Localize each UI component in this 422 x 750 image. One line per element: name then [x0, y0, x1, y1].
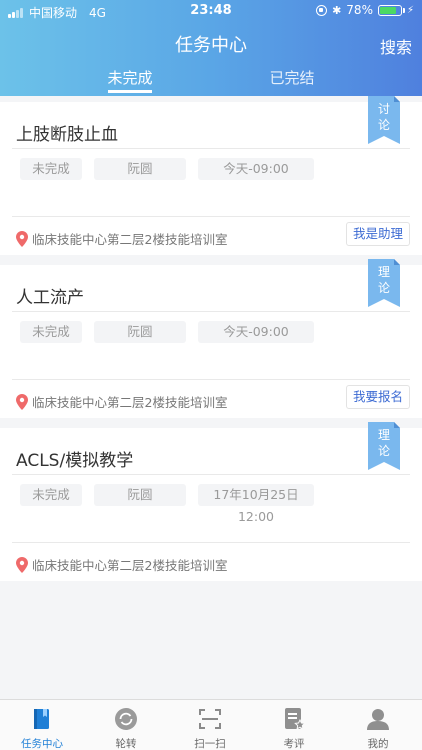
charging-icon: ⚡	[406, 4, 414, 16]
task-title: ACLS/模拟教学	[16, 451, 134, 471]
battery-icon	[377, 4, 405, 16]
tabbar-label: 我的	[367, 738, 389, 750]
tab-unfinished[interactable]: 未完成	[70, 67, 190, 88]
task-type-badge: 讨论	[368, 96, 400, 144]
task-title: 人工流产	[16, 288, 84, 308]
location-pin-icon	[16, 556, 28, 573]
task-time-tag: 今天-09:00	[198, 158, 314, 180]
tabbar-label: 任务中心	[21, 738, 63, 750]
divider	[12, 148, 410, 149]
task-status-tag: 未完成	[20, 484, 82, 506]
tabbar-label: 扫一扫	[194, 738, 226, 750]
task-person-tag: 阮圆	[94, 321, 186, 343]
task-action-button[interactable]: 我是助理	[346, 222, 410, 246]
task-type-badge: 理论	[368, 259, 400, 307]
divider	[12, 216, 410, 217]
task-person-tag: 阮圆	[94, 158, 186, 180]
orientation-lock-icon	[316, 4, 328, 16]
task-type-label: 讨论	[378, 102, 391, 132]
tabbar-item-rotation[interactable]: 轮转	[84, 700, 168, 750]
task-person-tag: 阮圆	[94, 484, 186, 506]
task-location: 临床技能中心第二层2楼技能培训室	[16, 392, 227, 411]
page-title: 任务中心	[175, 35, 247, 56]
task-status-tag: 未完成	[20, 321, 82, 343]
task-location-text: 临床技能中心第二层2楼技能培训室	[32, 558, 228, 573]
task-card[interactable]: 上肢断肢止血 讨论 未完成 阮圆 今天-09:00 临床技能中心第二层2楼技能培…	[0, 96, 422, 255]
active-tab-indicator	[108, 90, 152, 93]
task-type-label: 理论	[378, 265, 391, 295]
battery-percent: 78%	[346, 3, 373, 17]
evaluation-icon	[285, 708, 306, 730]
divider	[12, 311, 410, 312]
task-card[interactable]: 人工流产 理论 未完成 阮圆 今天-09:00 临床技能中心第二层2楼技能培训室	[0, 259, 422, 418]
divider	[12, 474, 410, 475]
search-button[interactable]: 搜索	[380, 34, 412, 58]
status-bar: 中国移动 4G 23:48 ✱ 78% ⚡	[0, 0, 422, 22]
task-status-tag: 未完成	[20, 158, 82, 180]
task-time-tag: 17年10月25日 12:00	[198, 484, 314, 524]
divider	[12, 379, 410, 380]
rotate-icon	[115, 708, 137, 730]
divider	[12, 542, 410, 543]
task-time-tag: 今天-09:00	[198, 321, 314, 343]
tab-finished[interactable]: 已完结	[232, 67, 352, 88]
task-location-text: 临床技能中心第二层2楼技能培训室	[32, 232, 228, 247]
header: 中国移动 4G 23:48 ✱ 78% ⚡ 任务中心 搜索 未完成 已完结	[0, 0, 422, 96]
location-pin-icon	[16, 393, 28, 410]
tabbar-item-profile[interactable]: 我的	[336, 700, 420, 750]
bluetooth-icon: ✱	[332, 3, 342, 17]
task-type-badge: 理论	[368, 422, 400, 470]
task-location: 临床技能中心第二层2楼技能培训室	[16, 555, 227, 574]
profile-icon	[367, 709, 389, 730]
tabbar-label: 轮转	[115, 738, 137, 750]
tabbar-item-scan[interactable]: 扫一扫	[168, 700, 252, 750]
tabbar-label: 考评	[283, 738, 305, 750]
bottom-tab-bar: 任务中心 轮转 扫一扫 考评 我的	[0, 699, 422, 750]
scan-icon	[199, 709, 221, 729]
tabbar-item-task-center[interactable]: 任务中心	[0, 700, 84, 750]
task-title: 上肢断肢止血	[16, 125, 118, 145]
task-card[interactable]: ACLS/模拟教学 理论 未完成 阮圆 17年10月25日 12:00 临床技能…	[0, 422, 422, 581]
book-icon	[34, 709, 49, 729]
task-location-text: 临床技能中心第二层2楼技能培训室	[32, 395, 228, 410]
location-pin-icon	[16, 230, 28, 247]
task-type-label: 理论	[378, 428, 391, 458]
tabbar-item-evaluation[interactable]: 考评	[252, 700, 336, 750]
task-location: 临床技能中心第二层2楼技能培训室	[16, 229, 227, 248]
task-action-button[interactable]: 我要报名	[346, 385, 410, 409]
